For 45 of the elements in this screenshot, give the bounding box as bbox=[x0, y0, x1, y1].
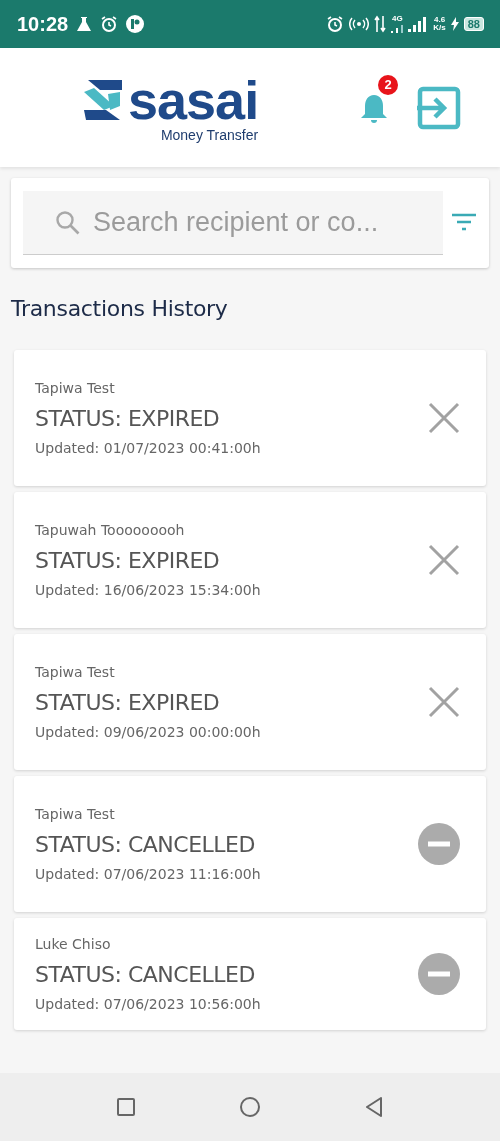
back-button[interactable] bbox=[365, 1097, 383, 1117]
transaction-card[interactable]: Luke Chiso STATUS: CANCELLED Updated: 07/06/2023 10:56:00h bbox=[14, 918, 486, 1030]
updated-date: Updated: 07/06/2023 11:16:00h bbox=[35, 866, 261, 882]
clock-time: 10:28 bbox=[17, 12, 69, 36]
transaction-card[interactable]: Tapuwah Tooooooooh STATUS: EXPIRED Updated: 16/06/2023 15:34:00h bbox=[14, 492, 486, 628]
search-icon bbox=[55, 210, 81, 236]
transaction-status: STATUS: EXPIRED bbox=[35, 406, 221, 431]
transaction-card[interactable]: Tapiwa Test STATUS: EXPIRED Updated: 09/06/2023 00:00:00h bbox=[14, 634, 486, 770]
speed-value: 4.6 bbox=[433, 16, 446, 24]
search-field[interactable]: Search recipient or co... bbox=[23, 191, 443, 255]
transaction-status: STATUS: CANCELLED bbox=[35, 832, 256, 857]
alarm-icon bbox=[326, 15, 345, 33]
recipient-name: Tapuwah Tooooooooh bbox=[35, 522, 186, 538]
signal-icon bbox=[391, 23, 404, 33]
recipient-name: Tapiwa Test bbox=[35, 380, 116, 396]
updated-date: Updated: 09/06/2023 00:00:00h bbox=[35, 724, 261, 740]
transaction-status: STATUS: EXPIRED bbox=[35, 690, 221, 715]
recipient-name: Tapiwa Test bbox=[35, 664, 116, 680]
logo-text: sasai bbox=[128, 72, 259, 127]
flask-icon bbox=[75, 15, 94, 33]
home-button[interactable] bbox=[240, 1097, 260, 1117]
signal-icon bbox=[408, 16, 429, 32]
battery-level: 88 bbox=[463, 17, 484, 31]
app-icon bbox=[125, 14, 146, 34]
filter-icon bbox=[451, 211, 477, 232]
transaction-card[interactable]: Tapiwa Test STATUS: EXPIRED Updated: 01/07/2023 00:41:00h bbox=[14, 350, 486, 486]
recipient-name: Tapiwa Test bbox=[35, 806, 116, 822]
hotspot-icon bbox=[349, 16, 370, 32]
updated-date: Updated: 07/06/2023 10:56:00h bbox=[35, 996, 261, 1012]
charging-icon bbox=[450, 17, 459, 31]
transaction-status: STATUS: EXPIRED bbox=[35, 548, 221, 573]
transaction-card[interactable]: Tapiwa Test STATUS: CANCELLED Updated: 07/06/2023 11:16:00h bbox=[14, 776, 486, 912]
login-icon bbox=[416, 84, 462, 131]
network-type: 4G bbox=[391, 15, 403, 23]
updated-date: Updated: 16/06/2023 15:34:00h bbox=[35, 582, 261, 598]
recents-button[interactable] bbox=[117, 1098, 135, 1116]
alarm-icon bbox=[100, 15, 119, 33]
data-arrows-icon bbox=[374, 15, 387, 33]
notification-badge: 2 bbox=[378, 74, 398, 95]
logo-subtitle: Money Transfer bbox=[160, 126, 259, 143]
updated-date: Updated: 01/07/2023 00:41:00h bbox=[35, 440, 261, 456]
speed-unit: K/s bbox=[433, 24, 446, 32]
recipient-name: Luke Chiso bbox=[35, 936, 112, 952]
section-title: Transactions History bbox=[11, 296, 229, 321]
transaction-status: STATUS: CANCELLED bbox=[35, 962, 256, 987]
